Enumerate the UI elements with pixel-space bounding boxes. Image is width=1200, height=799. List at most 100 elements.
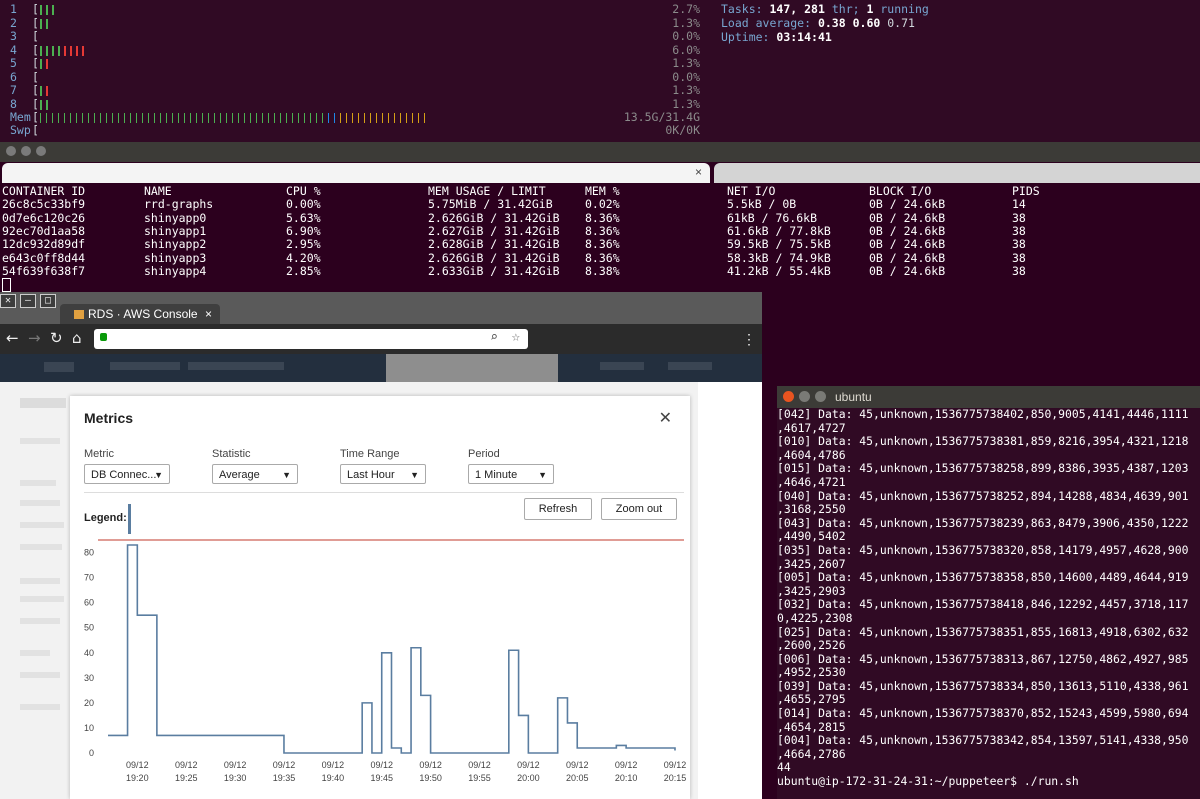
- tab-rds-console[interactable]: RDS · AWS Console ×: [60, 304, 220, 324]
- tasks-line: Tasks: 147, 281 thr; 1 running: [721, 2, 929, 16]
- close-icon[interactable]: ✕: [0, 294, 16, 308]
- faded-text: [20, 672, 60, 678]
- back-arrow-icon[interactable]: ←: [6, 329, 19, 347]
- refresh-button[interactable]: Refresh: [524, 498, 592, 520]
- x-tick-time: 20:10: [615, 773, 638, 783]
- y-tick-label: 10: [84, 723, 94, 733]
- home-icon[interactable]: ⌂: [72, 329, 82, 347]
- nav-item[interactable]: [188, 362, 284, 370]
- docker-cell: 2.626GiB / 31.42GiB: [428, 250, 560, 265]
- metric-select[interactable]: DB Connec... ▼: [84, 464, 170, 484]
- docker-cell: NAME: [144, 184, 172, 198]
- browser-tab-inactive[interactable]: [714, 163, 1200, 183]
- aws-navbar: [0, 354, 762, 382]
- window-minimize-icon[interactable]: [21, 146, 31, 156]
- chevron-down-icon: ▼: [154, 470, 163, 480]
- y-tick-label: 50: [84, 623, 94, 633]
- terminal-line: [015] Data: 45,unknown,1536775738258,899…: [777, 461, 1189, 476]
- docker-cell: 4.20%: [286, 250, 321, 265]
- menu-kebab-icon[interactable]: ⋮: [742, 332, 756, 348]
- bookmark-star-icon[interactable]: ☆: [512, 329, 520, 345]
- search-icon[interactable]: ⌕: [490, 330, 498, 345]
- address-bar[interactable]: ⌕ ☆: [94, 329, 528, 349]
- cpu-percent: 1.3%: [672, 83, 700, 97]
- x-tick-time: 20:15: [664, 773, 687, 783]
- docker-cell: 2.628GiB / 31.42GiB: [428, 237, 560, 252]
- chevron-down-icon: ▼: [410, 470, 419, 480]
- divider: [84, 492, 684, 493]
- docker-cell: 5.5kB / 0B: [727, 197, 797, 212]
- nav-item[interactable]: [110, 362, 180, 370]
- x-tick-date: 09/12: [175, 760, 198, 770]
- close-icon[interactable]: ✕: [659, 408, 672, 427]
- docker-cell: MEM USAGE / LIMIT: [428, 184, 546, 198]
- docker-cell: 2.633GiB / 31.42GiB: [428, 263, 560, 278]
- maximize-icon[interactable]: [815, 391, 826, 402]
- forward-arrow-icon[interactable]: →: [28, 329, 41, 347]
- browser-tab[interactable]: ×: [2, 163, 710, 183]
- terminal-line: 0,4225,2308: [777, 610, 853, 625]
- period-select[interactable]: 1 Minute ▼: [468, 464, 554, 484]
- docker-cell: 5.75MiB / 31.42GiB: [428, 197, 553, 212]
- metrics-chart[interactable]: 0 10 20 30 40 50 60 70 80 09/12 19:20 09/12 19:25 09/…: [70, 532, 690, 798]
- terminal-line: ubuntu@ip-172-31-24-31:~/puppeteer$ ./ru…: [777, 774, 1079, 789]
- y-tick-label: 60: [84, 598, 94, 608]
- docker-cell: 0B / 24.6kB: [869, 263, 946, 278]
- terminal-line: ,4952,2530: [777, 665, 846, 680]
- cpu-number: 4: [10, 42, 17, 57]
- y-tick-label: 40: [84, 648, 94, 658]
- redacted-region: [386, 354, 558, 382]
- docker-cell: 38: [1012, 250, 1026, 265]
- terminal-output[interactable]: [042] Data: 45,unknown,1536775738402,850…: [777, 408, 1200, 789]
- time-range-select[interactable]: Last Hour ▼: [340, 464, 426, 484]
- cpu-number: 6: [10, 69, 17, 84]
- mem-bar: [40, 113, 430, 123]
- modal-title: Metrics: [84, 410, 134, 426]
- cpu-usage-bar: [40, 86, 52, 96]
- terminal-line: ,4604,4786: [777, 447, 846, 462]
- terminal-line: ,4655,2795: [777, 692, 846, 707]
- nav-item[interactable]: [668, 362, 712, 370]
- terminal-line: 44: [777, 760, 791, 775]
- tab-close-icon[interactable]: ×: [695, 165, 702, 179]
- window-maximize-icon[interactable]: [36, 146, 46, 156]
- close-icon[interactable]: [783, 391, 794, 402]
- swap-value: 0K/0K: [665, 123, 700, 137]
- cpu-meter-row: 3[0.0%: [10, 29, 700, 43]
- docker-cell: 5.63%: [286, 210, 321, 225]
- x-tick-date: 09/12: [468, 760, 491, 770]
- x-tick-date: 09/12: [224, 760, 247, 770]
- x-tick-time: 19:40: [322, 773, 345, 783]
- y-tick-label: 20: [84, 698, 94, 708]
- faded-text: [20, 480, 56, 486]
- maximize-icon[interactable]: □: [40, 294, 56, 308]
- docker-cell: 0.00%: [286, 197, 321, 212]
- chevron-down-icon: ▼: [538, 470, 547, 480]
- docker-cell: 2.95%: [286, 237, 321, 252]
- docker-cell: 8.38%: [585, 263, 620, 278]
- zoom-out-button[interactable]: Zoom out: [601, 498, 677, 520]
- docker-cell: PIDS: [1012, 184, 1040, 198]
- cpu-percent: 0.0%: [672, 29, 700, 43]
- tab-close-icon[interactable]: ×: [205, 304, 212, 324]
- aws-logo: [44, 362, 74, 372]
- docker-cell: 0d7e6c120c26: [2, 210, 86, 225]
- minimize-icon[interactable]: —: [20, 294, 36, 308]
- tab-title: RDS · AWS Console: [88, 307, 198, 321]
- cpu-meter-row: 4[6.0%: [10, 42, 700, 57]
- docker-cell: 38: [1012, 210, 1026, 225]
- reload-icon[interactable]: ↻: [50, 329, 63, 347]
- nav-item[interactable]: [600, 362, 644, 370]
- cpu-meter-row: 1[2.7%: [10, 2, 700, 16]
- cpu-meter-row: 2[1.3%: [10, 15, 700, 30]
- series-line: [108, 544, 676, 754]
- chevron-down-icon: ▼: [282, 470, 291, 480]
- cpu-usage-bar: [40, 99, 52, 110]
- statistic-select[interactable]: Average ▼: [212, 464, 298, 484]
- window-close-icon[interactable]: [6, 146, 16, 156]
- docker-cell: 12dc932d89df: [2, 237, 86, 252]
- minimize-icon[interactable]: [799, 391, 810, 402]
- terminal-line: [005] Data: 45,unknown,1536775738358,850…: [777, 570, 1189, 585]
- cpu-usage-bar: [40, 18, 52, 29]
- faded-text: [20, 544, 62, 550]
